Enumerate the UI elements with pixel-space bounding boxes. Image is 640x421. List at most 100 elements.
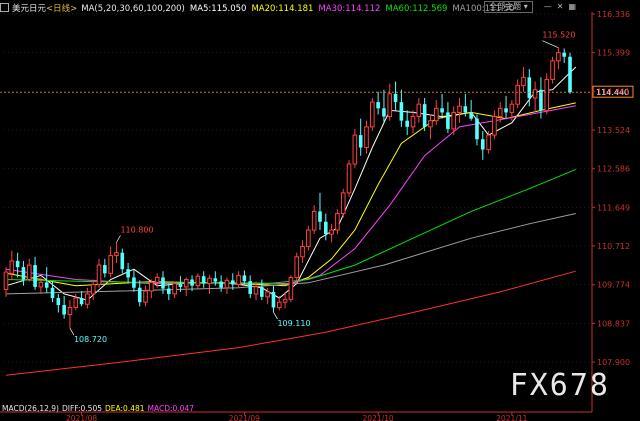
candle-body-down bbox=[248, 281, 253, 294]
candle bbox=[544, 73, 550, 115]
ma60-value: MA60:112.569 bbox=[385, 4, 448, 14]
candle bbox=[103, 258, 107, 278]
candle-body-up bbox=[370, 101, 375, 128]
candle-body-up bbox=[276, 301, 282, 309]
candle bbox=[550, 56, 555, 84]
ma20-value: MA20:114.181 bbox=[251, 4, 314, 14]
candle-body-up bbox=[521, 76, 526, 87]
candle-body-down bbox=[527, 77, 532, 98]
candle bbox=[521, 67, 526, 92]
low-price-label: 109.110 bbox=[277, 319, 310, 328]
candle-body-down bbox=[161, 277, 165, 289]
candle bbox=[433, 100, 439, 125]
candle-body-down bbox=[422, 104, 427, 127]
y-tick-label: 116.336 bbox=[597, 10, 630, 19]
candle-body-up bbox=[265, 291, 270, 298]
candle bbox=[167, 283, 171, 301]
ma60-line bbox=[5, 168, 576, 285]
candle-body-down bbox=[480, 139, 485, 150]
candle bbox=[108, 246, 113, 278]
candle-body-up bbox=[114, 252, 119, 257]
ma-params: MA(5,20,30,60,100,200) bbox=[81, 4, 185, 14]
candle bbox=[3, 267, 9, 297]
candle bbox=[410, 110, 416, 134]
candle-body-down bbox=[318, 211, 322, 222]
y-tick-label: 114.461 bbox=[597, 87, 630, 96]
candle-body-down bbox=[271, 291, 276, 308]
macd-params: MACD(26,12,9) bbox=[2, 404, 59, 413]
candle-body-down bbox=[21, 267, 26, 280]
candle bbox=[96, 258, 102, 288]
theme-dropdown[interactable]: 全部主题 ▾ bbox=[484, 1, 533, 13]
x-tick-label: 2021/09 bbox=[229, 414, 260, 421]
candle-body-down bbox=[393, 93, 398, 103]
candle-body-down bbox=[446, 112, 450, 129]
candle bbox=[393, 81, 398, 111]
candle-body-up bbox=[224, 279, 230, 289]
candle-body-up bbox=[96, 264, 102, 285]
candle-body-up bbox=[451, 111, 457, 130]
candle-body-up bbox=[492, 116, 497, 136]
pair-label: 美元日元 bbox=[12, 4, 47, 14]
macd-header: MACD(26,12,9) DIFF:0.505 DEA:0.481 MACD:0.0… bbox=[2, 404, 197, 413]
candle bbox=[306, 225, 311, 251]
candle-body-up bbox=[300, 245, 305, 258]
candle-body-up bbox=[387, 93, 393, 118]
candle-body-up bbox=[515, 85, 520, 105]
annotation-leader bbox=[116, 235, 121, 243]
close-icon[interactable]: ✕ bbox=[557, 2, 564, 11]
candle-body-up bbox=[154, 276, 160, 283]
candle bbox=[352, 128, 358, 169]
candle-body-up bbox=[288, 276, 294, 300]
candle bbox=[469, 100, 473, 121]
candle-body-up bbox=[340, 192, 346, 214]
candle bbox=[370, 97, 375, 131]
candle-body-up bbox=[73, 297, 79, 309]
candle-body-up bbox=[294, 256, 300, 278]
candle-body-down bbox=[242, 275, 247, 282]
y-tick-label: 110.712 bbox=[597, 242, 630, 251]
candle bbox=[224, 277, 230, 294]
candle-body-down bbox=[358, 135, 363, 148]
period-label[interactable]: <日线> bbox=[46, 4, 77, 14]
candle-body-up bbox=[352, 134, 358, 165]
candle-body-up bbox=[556, 52, 561, 62]
candle-body-down bbox=[178, 283, 183, 287]
candle-body-up bbox=[85, 293, 90, 305]
candle-body-up bbox=[544, 78, 550, 111]
menu-box-icon[interactable] bbox=[0, 3, 9, 12]
candle bbox=[382, 89, 386, 123]
candle bbox=[219, 275, 223, 292]
candle bbox=[568, 52, 572, 94]
candle-body-up bbox=[207, 277, 212, 285]
chevron-down-icon: ▾ bbox=[521, 2, 528, 11]
candle-body-down bbox=[399, 102, 404, 121]
candle-body-down bbox=[230, 280, 235, 285]
candle bbox=[318, 192, 322, 230]
candle-body-up bbox=[433, 107, 439, 122]
candle-body-down bbox=[50, 287, 55, 299]
candle bbox=[376, 91, 380, 115]
candle bbox=[515, 79, 520, 109]
candle-body-down bbox=[167, 288, 171, 294]
candle-body-up bbox=[457, 105, 462, 113]
candle-body-up bbox=[183, 278, 189, 288]
chart-header: 美元日元<日线> MA(5,20,30,60,100,200) MA5:115.05… bbox=[0, 2, 519, 14]
candle-body-down bbox=[504, 108, 508, 113]
annotation-leader bbox=[542, 40, 559, 48]
macd-value: MACD:0.047 bbox=[147, 404, 194, 413]
price-grid bbox=[4, 13, 592, 363]
candlestick-chart: 114.440 116.336115.399114.461113.524112.… bbox=[0, 10, 634, 421]
candle-body-up bbox=[364, 126, 369, 148]
layout-icon[interactable]: ▦ bbox=[568, 2, 576, 11]
minus-icon[interactable]: — bbox=[544, 2, 552, 11]
candle bbox=[114, 242, 119, 263]
candle bbox=[311, 205, 317, 235]
candle bbox=[457, 97, 462, 123]
candle bbox=[137, 280, 142, 307]
candle bbox=[416, 97, 422, 123]
candle bbox=[172, 281, 177, 299]
y-tick-label: 111.649 bbox=[597, 203, 630, 212]
candle-body-up bbox=[311, 210, 317, 231]
candle bbox=[475, 114, 479, 146]
